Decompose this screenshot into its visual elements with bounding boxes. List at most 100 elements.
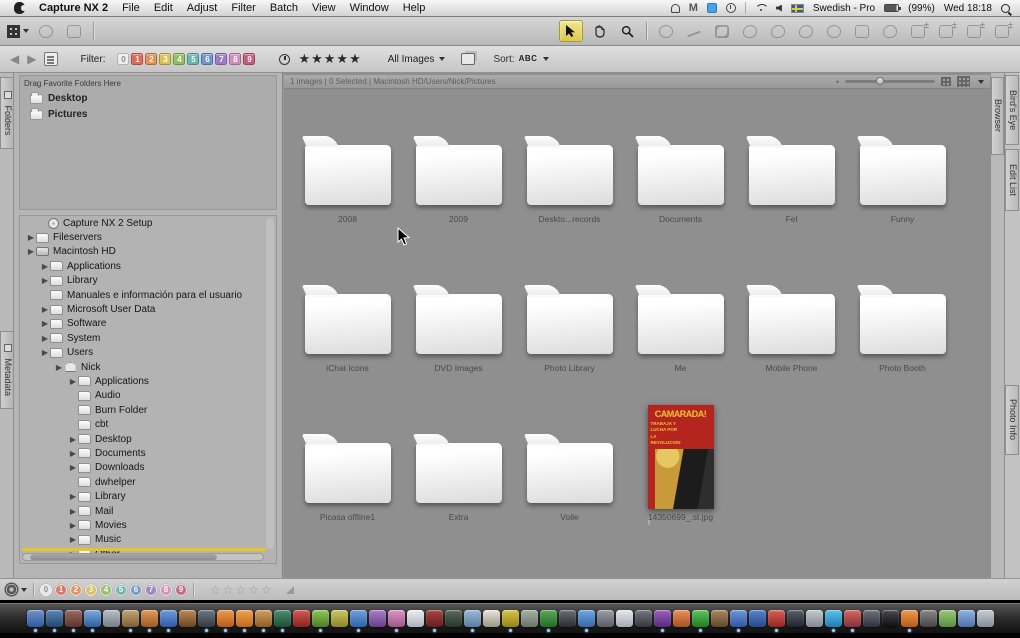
tree-row[interactable]: ▶ Burn Folder	[20, 403, 276, 417]
disabled-tool-button[interactable]	[710, 20, 734, 42]
rotate-ccw-button[interactable]	[34, 20, 58, 42]
disclosure-triangle-icon[interactable]: ▶	[68, 435, 78, 444]
label-chip[interactable]: 2	[145, 53, 157, 65]
dock-icon[interactable]	[388, 610, 405, 627]
dock-icon[interactable]	[46, 610, 63, 627]
app-menu[interactable]: Capture NX 2	[39, 2, 108, 14]
dock-icon[interactable]	[445, 610, 462, 627]
dock-icon[interactable]	[597, 610, 614, 627]
rating-clock-icon[interactable]	[279, 54, 290, 65]
favorite-folder-item[interactable]: Pictures	[20, 106, 276, 122]
dock-icon[interactable]	[27, 610, 44, 627]
disclosure-triangle-icon[interactable]: ▶	[68, 535, 78, 544]
rating-stars-empty[interactable]: ☆☆☆☆☆	[210, 583, 274, 597]
dock-icon[interactable]	[312, 610, 329, 627]
dock-icon[interactable]	[502, 610, 519, 627]
browser-item[interactable]: Photo Booth	[847, 252, 958, 401]
disabled-tool-button[interactable]	[654, 20, 678, 42]
tree-row[interactable]: ▶ Microsoft User Data	[20, 302, 276, 316]
disclosure-triangle-icon[interactable]: ▶	[68, 377, 78, 386]
menu-item[interactable]: File	[122, 2, 140, 14]
dock-icon[interactable]	[483, 610, 500, 627]
dock-icon[interactable]	[255, 610, 272, 627]
label-chip[interactable]: 8	[229, 53, 241, 65]
dock-icon[interactable]	[293, 610, 310, 627]
label-chip[interactable]: 0	[117, 53, 129, 65]
browser-item[interactable]: CAMARADA! TRABAJA Y LUCHA POR LA REVOLUC…	[625, 401, 736, 550]
disabled-tool-button[interactable]	[766, 20, 790, 42]
label-circle[interactable]: 2	[70, 584, 82, 596]
tree-row[interactable]: ▶ Desktop	[20, 432, 276, 446]
tree-row[interactable]: ▶ Software	[20, 317, 276, 331]
disabled-tool-button[interactable]	[794, 20, 818, 42]
tree-row[interactable]: ▶ cbt	[20, 417, 276, 431]
dock-icon[interactable]	[692, 610, 709, 627]
label-circle[interactable]: 4	[100, 584, 112, 596]
dock-icon[interactable]	[730, 610, 747, 627]
large-grid-view-icon[interactable]	[957, 76, 970, 87]
dock-icon[interactable]	[863, 610, 880, 627]
tab-browser[interactable]: Browser	[991, 77, 1004, 155]
dock-icon[interactable]	[198, 610, 215, 627]
tree-row[interactable]: ▶ Nick	[20, 360, 276, 374]
label-chip[interactable]: 5	[187, 53, 199, 65]
dock-icon[interactable]	[977, 610, 994, 627]
tree-row[interactable]: ▶ Macintosh HD	[20, 245, 276, 259]
tree-row[interactable]: ▶ dwhelper	[20, 475, 276, 489]
open-image-button[interactable]	[62, 20, 86, 42]
battery-icon[interactable]	[884, 4, 899, 12]
menu-item[interactable]: View	[312, 2, 336, 14]
menu-item[interactable]: Batch	[270, 2, 298, 14]
tree-row[interactable]: ▶ Applications	[20, 374, 276, 388]
thumbnail-size-slider[interactable]	[845, 80, 935, 83]
label-circle[interactable]: 7	[145, 584, 157, 596]
dock-icon[interactable]	[559, 610, 576, 627]
mail-notifier-icon[interactable]: M	[689, 2, 698, 14]
dock-icon[interactable]	[787, 610, 804, 627]
dock-icon[interactable]	[521, 610, 538, 627]
disabled-tool-button[interactable]	[990, 20, 1014, 42]
slider-knob[interactable]	[876, 77, 884, 85]
label-circle[interactable]: 1	[55, 584, 67, 596]
label-circle[interactable]: 6	[130, 584, 142, 596]
dock-icon[interactable]	[65, 610, 82, 627]
volume-icon[interactable]	[776, 5, 782, 12]
browser-item[interactable]: Documents	[625, 103, 736, 252]
dock-icon[interactable]	[616, 610, 633, 627]
settings-gear-button[interactable]	[6, 584, 27, 595]
input-language-flag-icon[interactable]	[791, 4, 804, 13]
disclosure-triangle-icon[interactable]: ▶	[68, 507, 78, 516]
dock-icon[interactable]	[825, 610, 842, 627]
dock-icon[interactable]	[806, 610, 823, 627]
browser-item[interactable]: Fel	[736, 103, 847, 252]
tree-row[interactable]: ▶ Downloads	[20, 461, 276, 475]
tree-row[interactable]: ▶ Audio	[20, 389, 276, 403]
disabled-tool-button[interactable]	[934, 20, 958, 42]
forward-arrow-icon[interactable]: ▶	[27, 52, 36, 66]
dock-icon[interactable]	[844, 610, 861, 627]
dock-icon[interactable]	[407, 610, 424, 627]
browser-item[interactable]: Extra	[403, 401, 514, 550]
dock-icon[interactable]	[141, 610, 158, 627]
dock-icon[interactable]	[635, 610, 652, 627]
dock-icon[interactable]	[369, 610, 386, 627]
dock-icon[interactable]	[749, 610, 766, 627]
tab-photo-info[interactable]: Photo Info	[1005, 385, 1019, 455]
growl-icon[interactable]	[671, 4, 680, 13]
disabled-tool-button[interactable]	[822, 20, 846, 42]
tab-folders[interactable]: Folders	[0, 77, 14, 149]
disabled-tool-button[interactable]	[906, 20, 930, 42]
info-badge[interactable]: i	[648, 517, 650, 527]
tree-row[interactable]: ▶ Capture NX 2 Setup	[20, 216, 276, 230]
dock-icon[interactable]	[654, 610, 671, 627]
dock-icon[interactable]	[939, 610, 956, 627]
disclosure-triangle-icon[interactable]: ▶	[26, 247, 36, 256]
label-circle[interactable]: 8	[160, 584, 172, 596]
dock-icon[interactable]	[274, 610, 291, 627]
disclosure-triangle-icon[interactable]: ▶	[40, 319, 50, 328]
dock-icon[interactable]	[958, 610, 975, 627]
disclosure-triangle-icon[interactable]: ▶	[26, 233, 36, 242]
dock-icon[interactable]	[540, 610, 557, 627]
open-editor-icon[interactable]	[44, 52, 58, 66]
disabled-tool-button[interactable]	[738, 20, 762, 42]
